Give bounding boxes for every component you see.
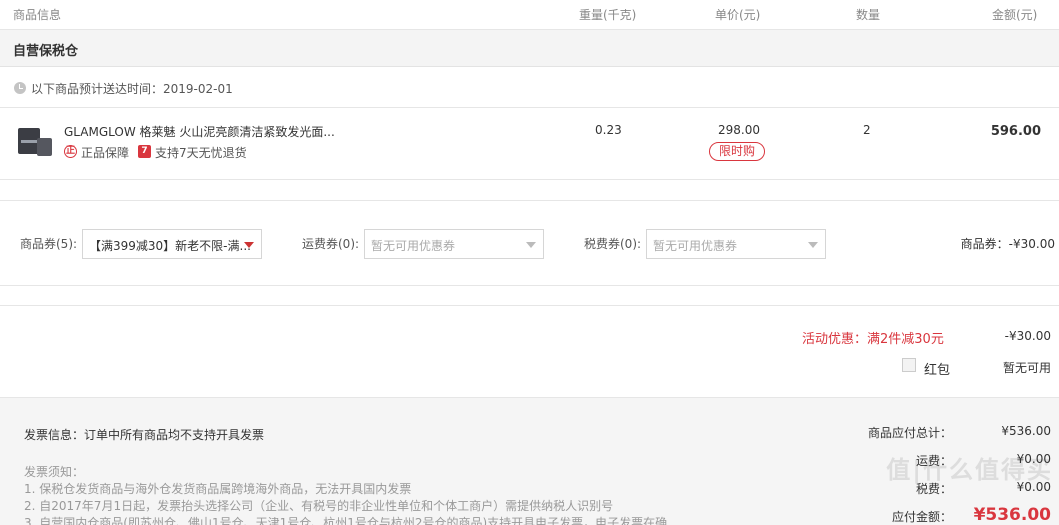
invoice-note-line: 1. 保税仓发货商品与海外仓发货商品属跨境海外商品，无法开具国内发票	[24, 482, 412, 496]
genuine-guarantee-icon: 正	[64, 145, 77, 158]
shipping-fee-value: ¥0.00	[1016, 452, 1051, 466]
warehouse-title: 自营保税仓	[13, 44, 79, 59]
col-product-info: 商品信息	[13, 8, 62, 22]
clock-icon	[14, 82, 26, 94]
dropdown-arrow-icon	[526, 242, 536, 248]
subtotal-label: 商品应付总计：	[868, 426, 953, 440]
tax-coupon-value: 暂无可用优惠券	[653, 239, 738, 253]
invoice-notes: 发票须知： 1. 保税仓发货商品与海外仓发货商品属跨境海外商品，无法开具国内发票…	[24, 464, 667, 525]
red-packet-value: 暂无可用	[1002, 361, 1051, 375]
product-quantity: 2	[863, 123, 871, 137]
col-weight: 重量(千克)	[579, 8, 637, 22]
red-packet-checkbox[interactable]	[902, 358, 916, 372]
seven-day-return-icon: 7	[138, 145, 151, 158]
red-packet-label: 红包	[924, 363, 951, 378]
invoice-note-line: 2. 自2017年7月1日起，发票抬头选择公司（企业、有税号的非企业性单位和个体…	[24, 499, 614, 513]
order-summary: 发票信息：订单中所有商品均不支持开具发票 发票须知： 1. 保税仓发货商品与海外…	[0, 397, 1059, 525]
product-amount: 596.00	[990, 124, 1041, 139]
activity-discount-label: 活动优惠：满2件减30元	[802, 332, 944, 347]
shipping-coupon-value: 暂无可用优惠券	[371, 239, 456, 253]
dropdown-arrow-icon	[244, 242, 254, 248]
goods-coupon-value: 【满399减30】新老不限-满...	[89, 239, 251, 253]
cart-table-header: 商品信息 重量(千克) 单价(元) 数量 金额(元)	[0, 0, 1059, 30]
goods-coupon-label: 商品券(5):	[20, 237, 78, 251]
promotion-section: 活动优惠：满2件减30元 -¥30.00 红包 暂无可用	[0, 305, 1059, 397]
dropdown-arrow-icon	[808, 242, 818, 248]
product-row: GLAMGLOW 格莱魅 火山泥亮颜清洁紧致发光面... 正 正品保障 7 支持…	[0, 108, 1059, 180]
shipping-fee-label: 运费：	[916, 454, 953, 468]
invoice-notes-title: 发票须知：	[24, 465, 85, 479]
delivery-estimate: 以下商品预计送达时间：2019-02-01	[0, 67, 1059, 108]
genuine-guarantee-label: 正品保障	[81, 146, 130, 160]
coupon-section: 商品券(5): 【满399减30】新老不限-满... 运费券(0): 暂无可用优…	[0, 200, 1059, 286]
activity-discount-value: -¥30.00	[1004, 329, 1051, 343]
tax-fee-label: 税费：	[916, 482, 953, 496]
tax-coupon-select[interactable]: 暂无可用优惠券	[646, 229, 826, 259]
product-unit-price: 298.00	[718, 123, 760, 137]
tax-fee-value: ¥0.00	[1016, 480, 1051, 494]
goods-coupon-select[interactable]: 【满399减30】新老不限-满...	[82, 229, 262, 259]
col-unit-price: 单价(元)	[715, 8, 761, 22]
total-amount: ¥536.00	[973, 505, 1051, 525]
product-name-link[interactable]: GLAMGLOW 格莱魅 火山泥亮颜清洁紧致发光面...	[64, 123, 335, 140]
coupon-discount: 商品券：-¥30.00	[960, 237, 1055, 251]
product-jar-small-image	[37, 138, 52, 156]
delivery-text: 以下商品预计送达时间：2019-02-01	[31, 82, 233, 96]
limited-time-tag: 限时购	[709, 142, 765, 161]
seven-day-return-label: 支持7天无忧退货	[155, 146, 247, 160]
shipping-coupon-select[interactable]: 暂无可用优惠券	[364, 229, 544, 259]
product-thumbnail[interactable]	[17, 124, 53, 160]
warehouse-bar: 自营保税仓	[0, 30, 1059, 67]
invoice-note-line: 3. 自营国内仓商品(即苏州仓、佛山1号仓、天津1号仓、杭州1号仓与杭州2号仓的…	[24, 516, 668, 525]
invoice-info: 发票信息：订单中所有商品均不支持开具发票	[24, 428, 265, 442]
tax-coupon-label: 税费券(0):	[584, 237, 642, 251]
shipping-coupon-label: 运费券(0):	[302, 237, 360, 251]
product-weight: 0.23	[595, 123, 622, 137]
total-label: 应付金额：	[892, 510, 953, 524]
subtotal-value: ¥536.00	[1001, 424, 1051, 438]
col-amount: 金额(元)	[992, 8, 1038, 22]
col-quantity: 数量	[856, 8, 881, 22]
